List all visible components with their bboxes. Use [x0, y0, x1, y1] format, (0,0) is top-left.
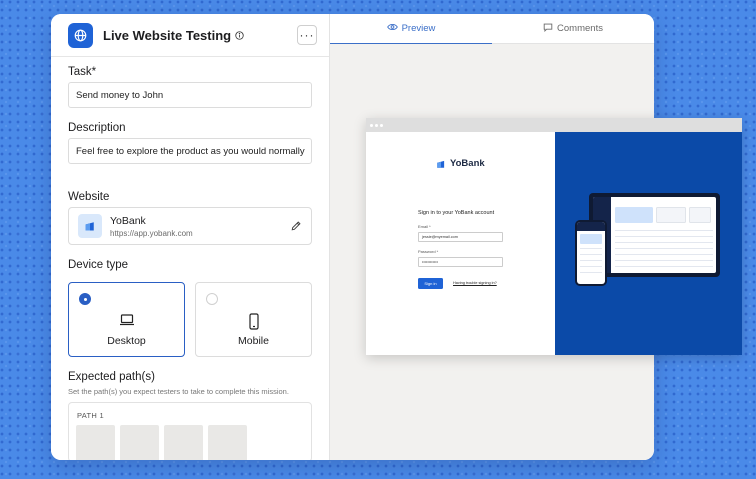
- website-name: YoBank: [110, 214, 146, 227]
- preview-brand-name: YoBank: [450, 158, 485, 169]
- desktop-radio[interactable]: [79, 293, 91, 305]
- device-option-desktop[interactable]: Desktop: [68, 282, 185, 357]
- signin-page: YoBank Sign in to your YoBank account Em…: [366, 132, 555, 355]
- more-icon: ···: [299, 28, 315, 42]
- expected-paths-hint: Set the path(s) you expect testers to ta…: [68, 387, 289, 396]
- more-options-button[interactable]: ···: [297, 25, 317, 45]
- phone-mockup-image: [575, 220, 607, 286]
- path-step-thumbnail[interactable]: [164, 425, 203, 460]
- globe-icon: [68, 22, 93, 48]
- laptop-icon: [119, 313, 135, 332]
- preview-email-label: Email *: [418, 224, 431, 229]
- info-icon[interactable]: [235, 30, 244, 40]
- tab-preview[interactable]: Preview: [330, 14, 492, 44]
- tab-preview-label: Preview: [401, 23, 436, 34]
- preview-trouble-link[interactable]: Having trouble signing in?: [453, 281, 497, 285]
- edit-icon[interactable]: [290, 220, 302, 232]
- mobile-phone-icon: [248, 313, 260, 335]
- panel-header: Live Website Testing ···: [51, 14, 329, 57]
- comment-icon: [543, 23, 553, 35]
- eye-icon: [386, 23, 398, 34]
- yobank-logo-icon: [78, 214, 102, 238]
- tab-bar: Preview Comments: [330, 14, 654, 44]
- website-card[interactable]: YoBank https://app.yobank.com: [68, 207, 312, 245]
- path-title: PATH 1: [77, 411, 104, 420]
- task-input[interactable]: Send money to John: [68, 82, 312, 108]
- preview-signin-heading: Sign in to your YoBank account: [418, 210, 495, 216]
- desktop-label: Desktop: [107, 335, 146, 347]
- path-step-thumbnail[interactable]: [120, 425, 159, 460]
- website-preview[interactable]: YoBank Sign in to your YoBank account Em…: [366, 118, 742, 355]
- description-input[interactable]: Feel free to explore the product as you …: [68, 138, 312, 164]
- preview-password-input[interactable]: ••••••••••••: [418, 257, 503, 267]
- preview-signin-button[interactable]: Sign in: [418, 278, 443, 289]
- mobile-label: Mobile: [238, 335, 269, 347]
- preview-browser-bar: [366, 118, 742, 132]
- path-step-thumbnail[interactable]: [76, 425, 115, 460]
- preview-password-label: Password *: [418, 249, 439, 254]
- task-label: Task*: [68, 66, 97, 78]
- preview-logo: YoBank: [436, 158, 485, 169]
- path-box[interactable]: PATH 1: [68, 402, 312, 460]
- yobank-brand-icon: [437, 160, 445, 168]
- mobile-radio[interactable]: [206, 293, 218, 305]
- page-title: Live Website Testing: [103, 27, 232, 43]
- website-label: Website: [68, 191, 110, 203]
- device-type-label: Device type: [68, 259, 129, 271]
- laptop-mockup-image: [589, 193, 720, 277]
- preview-email-input[interactable]: jessie@myemail.com: [418, 232, 503, 242]
- tab-comments-label: Comments: [557, 23, 603, 34]
- tab-comments[interactable]: Comments: [492, 14, 654, 43]
- description-label: Description: [68, 122, 126, 134]
- preview-hero-panel: [555, 132, 742, 355]
- path-step-thumbnail[interactable]: [208, 425, 247, 460]
- device-option-mobile[interactable]: Mobile: [195, 282, 312, 357]
- expected-paths-label: Expected path(s): [68, 371, 155, 383]
- config-panel: Live Website Testing ··· Task* Send mone…: [51, 14, 330, 460]
- website-url: https://app.yobank.com: [110, 228, 193, 238]
